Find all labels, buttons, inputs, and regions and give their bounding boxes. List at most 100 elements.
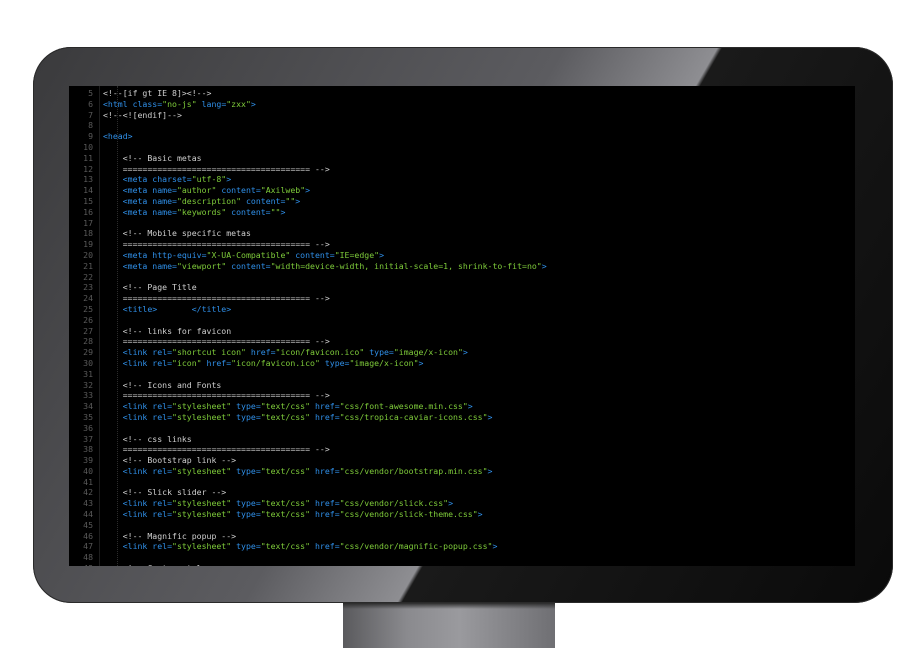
line-number: 25 (83, 303, 93, 314)
code-line: 44 <link rel="stylesheet" type="text/css… (69, 509, 855, 520)
line-number: 43 (83, 498, 93, 509)
line-text: <html class="no-js" lang="zxx"> (103, 98, 256, 109)
code-line: 45 (69, 520, 855, 531)
code-line: 21 <meta name="viewport" content="width=… (69, 261, 855, 272)
line-text: <!-- Mobile specific metas (103, 228, 251, 239)
code-line: 7 <!--<![endif]--> (69, 110, 855, 121)
line-text: <meta name="author" content="Axilweb"> (103, 185, 311, 196)
line-number: 36 (83, 422, 93, 433)
line-number: 13 (83, 174, 93, 185)
code-line: 48 (69, 552, 855, 563)
line-number: 34 (83, 401, 93, 412)
line-number: 20 (83, 249, 93, 260)
line-text: <link rel="stylesheet" type="text/css" h… (103, 411, 493, 422)
line-number: 45 (83, 519, 93, 530)
line-number: 23 (83, 282, 93, 293)
monitor-stand (343, 603, 555, 648)
line-text: <!--<![endif]--> (103, 109, 182, 120)
line-text: <meta name="keywords" content=""> (103, 206, 286, 217)
line-text: <meta charset="utf-8"> (103, 174, 232, 185)
line-number: 37 (83, 433, 93, 444)
line-number: 18 (83, 228, 93, 239)
line-number: 49 (69, 563, 103, 566)
line-number: 41 (83, 476, 93, 487)
line-text: <!-- Magnific popup --> (103, 530, 237, 541)
line-number: 17 (83, 217, 93, 228)
code-line: 10 (69, 142, 855, 153)
line-text: <link rel="stylesheet" type="text/css" h… (103, 465, 493, 476)
code-line: 39 <!-- Bootstrap link --> (69, 455, 855, 466)
line-text: <title> </title> (103, 303, 232, 314)
line-number: 31 (83, 368, 93, 379)
code-line: 32 <!-- Icons and Fonts (69, 380, 855, 391)
line-number: 6 (88, 98, 93, 109)
line-text: <link rel="stylesheet" type="text/css" h… (103, 509, 483, 520)
code-line: 13 <meta charset="utf-8"> (69, 174, 855, 185)
line-number: 5 (88, 88, 93, 98)
code-line: 31 (69, 369, 855, 380)
line-number: 14 (83, 185, 93, 196)
code-line: 33 =====================================… (69, 390, 855, 401)
line-number: 35 (83, 411, 93, 422)
line-text: <!-- Basic metas (103, 152, 202, 163)
code-line: 36 (69, 423, 855, 434)
line-number: 8 (88, 120, 93, 131)
line-number: 33 (83, 390, 93, 401)
line-number: 22 (83, 271, 93, 282)
line-number: 47 (83, 541, 93, 552)
line-text: <!-- Page Title (103, 282, 197, 293)
line-text: <link rel="icon" href="icon/favicon.ico"… (103, 357, 424, 368)
code-line: 19 =====================================… (69, 239, 855, 250)
line-text: <meta http-equiv="X-UA-Compatible" conte… (103, 249, 385, 260)
line-number: 11 (83, 152, 93, 163)
line-text: <!-- Bootstrap link --> (103, 455, 237, 466)
code-line: 37 <!-- css links (69, 434, 855, 445)
line-number: 40 (83, 465, 93, 476)
line-number: 9 (88, 131, 93, 142)
code-line: 23 <!-- Page Title (69, 282, 855, 293)
line-text: ====================================== -… (103, 336, 330, 347)
line-text: ====================================== -… (103, 444, 330, 455)
line-number: 10 (83, 141, 93, 152)
code-line: 14 <meta name="author" content="Axilweb"… (69, 185, 855, 196)
code-line: 9 <head> (69, 131, 855, 142)
line-number: 27 (83, 325, 93, 336)
code-line: 11 <!-- Basic metas (69, 153, 855, 164)
line-text: <meta name="description" content=""> (103, 195, 301, 206)
line-text: ====================================== -… (103, 293, 330, 304)
code-line: 41 (69, 477, 855, 488)
line-number: 30 (83, 357, 93, 368)
code-line: 34 <link rel="stylesheet" type="text/css… (69, 401, 855, 412)
code-line: 15 <meta name="description" content=""> (69, 196, 855, 207)
line-number: 44 (83, 509, 93, 520)
code-line: 18 <!-- Mobile specific metas (69, 228, 855, 239)
code-line: 16 <meta name="keywords" content=""> (69, 207, 855, 218)
code-line: 24 =====================================… (69, 293, 855, 304)
code-line: 26 (69, 315, 855, 326)
line-text: <link rel="shortcut icon" href="icon/fav… (103, 347, 468, 358)
line-text: ====================================== -… (103, 390, 330, 401)
code-line: 6 <html class="no-js" lang="zxx"> (69, 99, 855, 110)
code-line: 40 <link rel="stylesheet" type="text/css… (69, 466, 855, 477)
line-number: 32 (83, 379, 93, 390)
line-number: 48 (83, 552, 93, 563)
line-number: 39 (83, 455, 93, 466)
line-text: <!-- Custom styles (103, 563, 212, 566)
code-line: 29 <link rel="shortcut icon" href="icon/… (69, 347, 855, 358)
code-line: 20 <meta http-equiv="X-UA-Compatible" co… (69, 250, 855, 261)
line-number: 26 (83, 314, 93, 325)
line-number: 7 (88, 109, 93, 120)
line-number: 16 (83, 206, 93, 217)
code-line: 38 =====================================… (69, 444, 855, 455)
line-text: <meta name="viewport" content="width=dev… (103, 260, 547, 271)
line-text: <link rel="stylesheet" type="text/css" h… (103, 541, 498, 552)
line-text: <!--[if gt IE 8]><!--> (103, 88, 212, 98)
line-number: 12 (83, 163, 93, 174)
code-line: 17 (69, 218, 855, 229)
code-line: 28 =====================================… (69, 336, 855, 347)
code-line: 5 <!--[if gt IE 8]><!--> (69, 88, 855, 99)
line-number: 29 (83, 347, 93, 358)
code-line: 42 <!-- Slick slider --> (69, 487, 855, 498)
line-number: 24 (83, 293, 93, 304)
code-area[interactable]: 5 <!--[if gt IE 8]><!--> 6 <html class="no-… (69, 88, 855, 566)
